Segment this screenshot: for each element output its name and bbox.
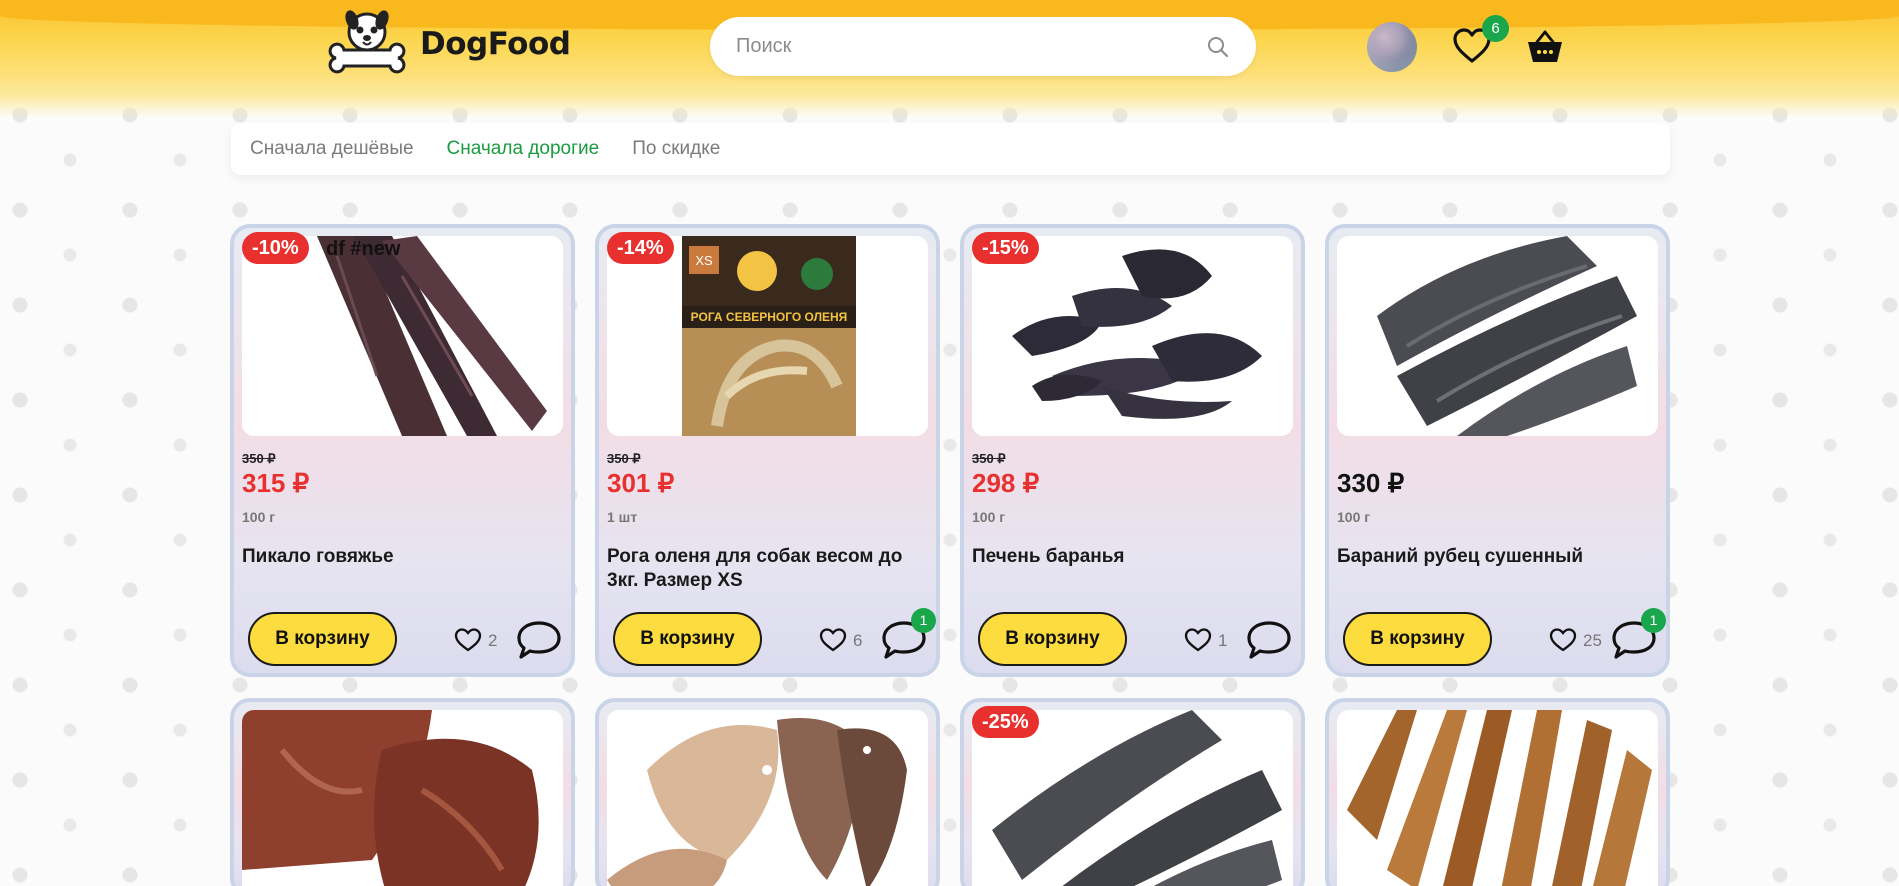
like-heart-icon[interactable] (819, 627, 847, 653)
old-price: 350 ₽ (972, 451, 1006, 466)
package-label: РОГА СЕВЕРНОГО ОЛЕНЯ (691, 310, 848, 324)
lamb-tripe-image (1377, 236, 1637, 436)
basket-icon[interactable] (1526, 30, 1564, 64)
dog-logo-icon (328, 10, 406, 74)
product-card[interactable] (1325, 698, 1670, 886)
lamb-liver-image (1012, 249, 1262, 419)
product-card[interactable]: -15% 350 ₽ 298 ₽ 100 г Печень баранья В … (960, 224, 1305, 677)
logo[interactable]: DogFood (328, 8, 571, 80)
package-size: XS (695, 253, 713, 268)
discount-badge: -15% (972, 232, 1039, 264)
product-image[interactable] (607, 710, 928, 886)
product-image[interactable] (242, 236, 563, 436)
comment-icon[interactable] (1246, 620, 1292, 660)
avatar[interactable] (1367, 22, 1417, 72)
product-card[interactable]: 330 ₽ 100 г Бараний рубец сушенный В кор… (1325, 224, 1670, 677)
deer-antler-package-image: РОГА СЕВЕРНОГО ОЛЕНЯ XS (682, 236, 856, 436)
logo-text: DogFood (420, 26, 571, 62)
old-price: 350 ₽ (242, 451, 276, 466)
sort-cheap-first[interactable]: Сначала дешёвые (250, 138, 414, 160)
product-tags: df #new (326, 238, 401, 260)
product-image[interactable] (242, 710, 563, 886)
price: 330 ₽ (1337, 468, 1405, 498)
product-image[interactable] (972, 236, 1293, 436)
price: 301 ₽ (607, 468, 675, 498)
product-image[interactable] (1337, 236, 1658, 436)
product-name[interactable]: Бараний рубец сушенный (1337, 545, 1657, 569)
add-to-cart-button[interactable]: В корзину (978, 612, 1127, 666)
sort-by-discount[interactable]: По скидке (632, 138, 720, 160)
product-image[interactable] (1337, 710, 1658, 886)
like-count: 2 (488, 631, 498, 650)
product-card[interactable] (595, 698, 940, 886)
sort-expensive-first[interactable]: Сначала дорогие (447, 138, 600, 160)
add-to-cart-button[interactable]: В корзину (248, 612, 397, 666)
old-price: 350 ₽ (607, 451, 641, 466)
add-to-cart-button[interactable]: В корзину (613, 612, 762, 666)
discount-badge: -25% (972, 706, 1039, 738)
product-name[interactable]: Печень баранья (972, 545, 1292, 569)
weight: 100 г (242, 509, 276, 525)
product-image[interactable]: РОГА СЕВЕРНОГО ОЛЕНЯ XS (607, 236, 928, 436)
weight: 100 г (972, 509, 1006, 525)
weight: 100 г (1337, 509, 1371, 525)
product-card[interactable]: -25% (960, 698, 1305, 886)
like-count: 25 (1583, 631, 1602, 650)
like-heart-icon[interactable] (454, 627, 482, 653)
discount-badge: -10% (242, 232, 309, 264)
product-card[interactable]: РОГА СЕВЕРНОГО ОЛЕНЯ XS -14% 350 ₽ 301 ₽… (595, 224, 940, 677)
like-heart-icon[interactable] (1184, 627, 1212, 653)
beef-ear-image (607, 718, 907, 886)
search-icon[interactable] (1206, 35, 1230, 59)
price: 315 ₽ (242, 468, 310, 498)
comment-icon[interactable] (516, 620, 562, 660)
weight: 1 шт (607, 509, 638, 525)
product-card[interactable]: -10% df #new 350 ₽ 315 ₽ 100 г Пикало го… (230, 224, 575, 677)
favorites-count-badge: 6 (1482, 15, 1509, 42)
beef-pizzle-image (317, 236, 547, 436)
like-count: 6 (853, 631, 863, 650)
comment-count-badge: 1 (911, 608, 936, 633)
price: 298 ₽ (972, 468, 1040, 498)
product-card[interactable] (230, 698, 575, 886)
dried-sticks-image (1347, 710, 1652, 886)
like-count: 1 (1218, 631, 1228, 650)
comment-count-badge: 1 (1641, 608, 1666, 633)
search-box (710, 17, 1256, 76)
like-heart-icon[interactable] (1549, 627, 1577, 653)
pig-ear-image (242, 710, 539, 886)
add-to-cart-button[interactable]: В корзину (1343, 612, 1492, 666)
discount-badge: -14% (607, 232, 674, 264)
product-name[interactable]: Пикало говяжье (242, 545, 562, 569)
sort-bar: Сначала дешёвые Сначала дорогие По скидк… (231, 123, 1670, 175)
search-input[interactable] (710, 17, 1180, 76)
product-name[interactable]: Рога оленя для собак весом до 3кг. Разме… (607, 545, 927, 593)
